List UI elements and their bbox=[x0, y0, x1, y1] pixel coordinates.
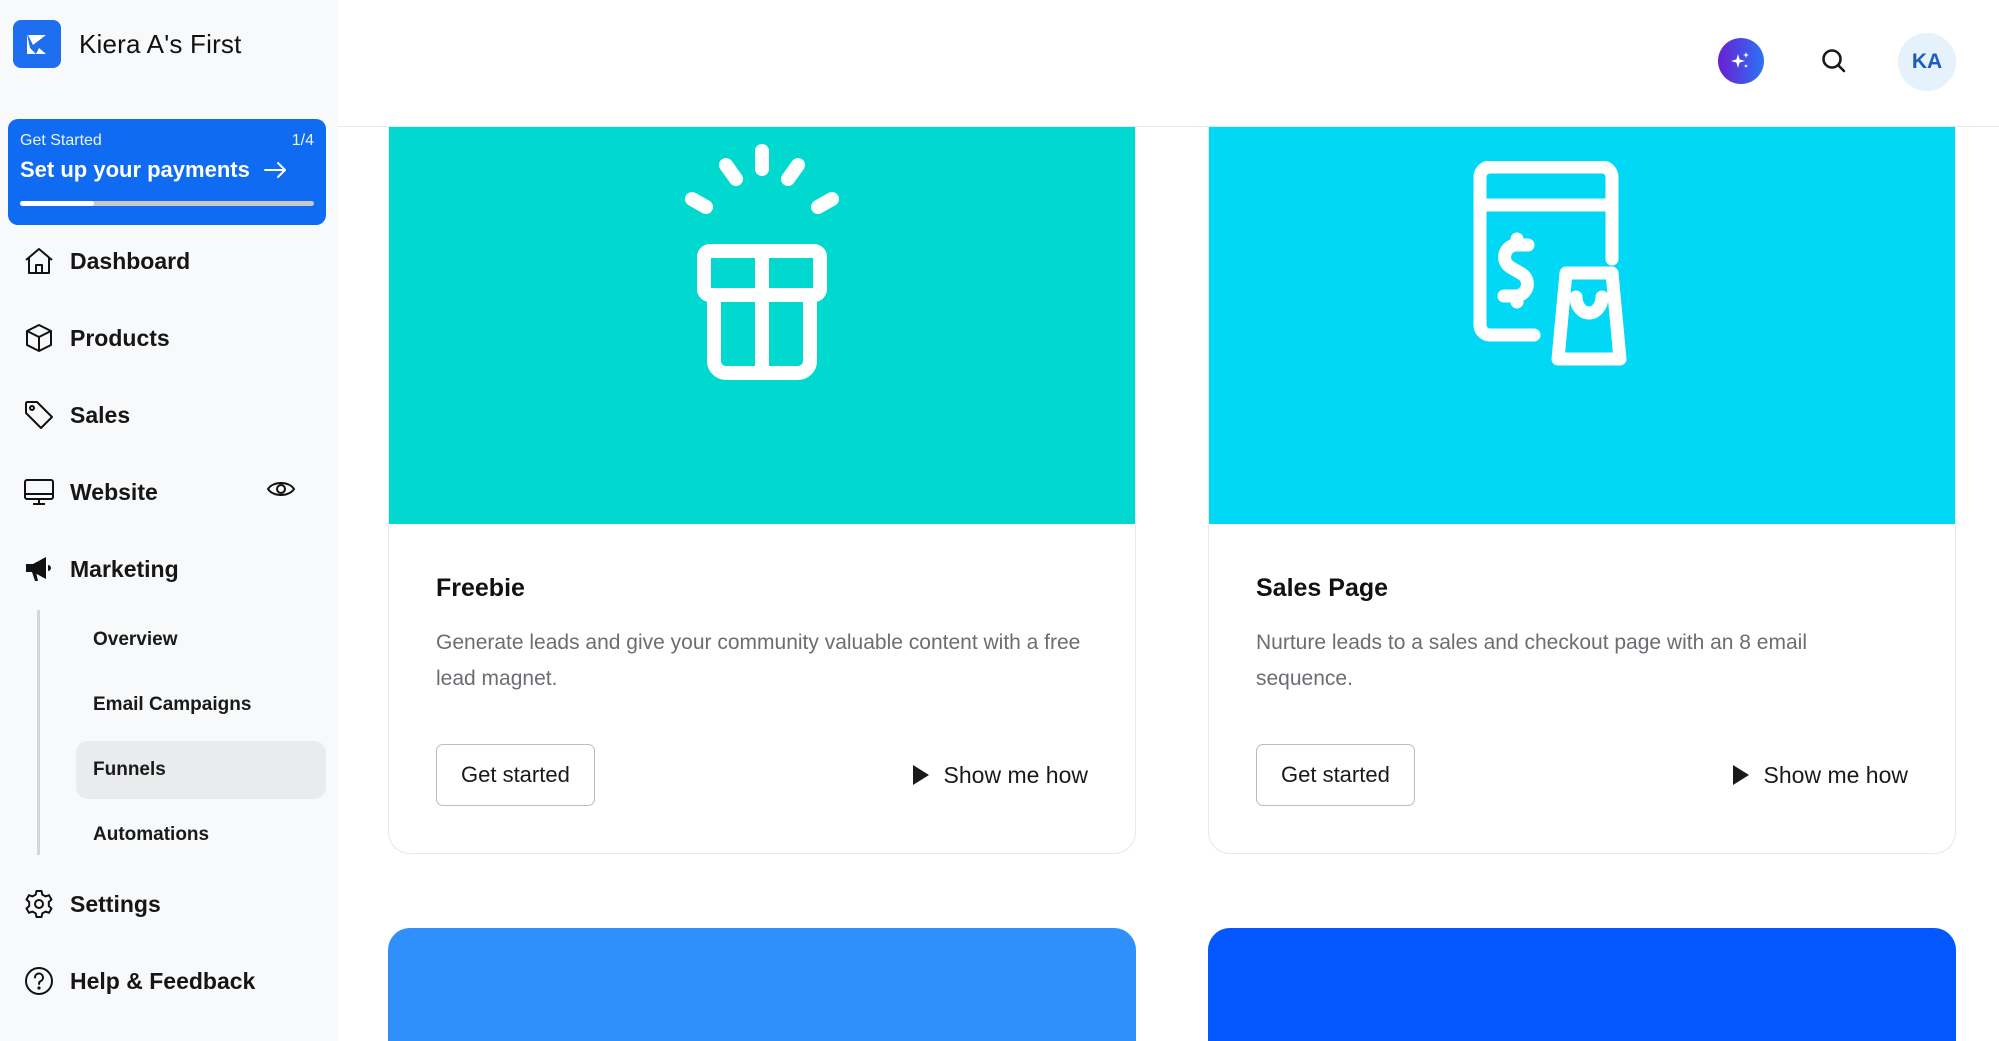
play-icon bbox=[912, 765, 929, 785]
subnav-item-overview[interactable]: Overview bbox=[76, 611, 326, 669]
onboarding-title: Set up your payments bbox=[20, 157, 250, 182]
kajabi-logo-icon bbox=[13, 20, 61, 68]
onboarding-eyebrow: Get Started bbox=[20, 132, 102, 149]
gear-icon bbox=[22, 887, 56, 921]
subnav-item-email-campaigns[interactable]: Email Campaigns bbox=[76, 676, 326, 734]
sidebar-item-label: Website bbox=[70, 478, 158, 505]
get-started-button[interactable]: Get started bbox=[436, 744, 595, 806]
brand[interactable]: Kiera A's First bbox=[13, 20, 242, 68]
megaphone-icon bbox=[22, 552, 56, 586]
show-me-how-link[interactable]: Show me how bbox=[912, 762, 1088, 789]
onboarding-progress-fill bbox=[20, 201, 94, 206]
subnav-divider bbox=[37, 610, 40, 855]
sidebar-item-sales[interactable]: Sales bbox=[22, 389, 326, 441]
gift-icon bbox=[685, 144, 839, 380]
show-me-how-label: Show me how bbox=[1763, 761, 1908, 788]
subnav-item-funnels[interactable]: Funnels bbox=[76, 741, 326, 799]
subnav-item-label: Funnels bbox=[93, 759, 166, 780]
card-description: Nurture leads to a sales and checkout pa… bbox=[1256, 631, 1807, 690]
subnav-item-automations[interactable]: Automations bbox=[76, 806, 326, 864]
onboarding-card[interactable]: Get Started 1/4 Set up your payments bbox=[8, 119, 326, 225]
sparkles-icon bbox=[1731, 52, 1749, 68]
sidebar-item-label: Products bbox=[70, 324, 170, 351]
subnav-item-label: Email Campaigns bbox=[93, 694, 252, 715]
search-icon bbox=[1822, 49, 1846, 73]
sidebar-item-label: Settings bbox=[70, 890, 161, 917]
show-me-how-label: Show me how bbox=[943, 761, 1088, 788]
sales-page-bag-icon bbox=[1473, 161, 1627, 366]
sidebar-item-dashboard[interactable]: Dashboard bbox=[22, 235, 326, 287]
card-title: Sales Page bbox=[1256, 574, 1389, 602]
sidebar-item-products[interactable]: Products bbox=[22, 312, 326, 364]
sidebar-item-label: Dashboard bbox=[70, 247, 191, 274]
user-avatar[interactable]: KA bbox=[1898, 33, 1956, 91]
ai-assistant-button[interactable] bbox=[1718, 38, 1764, 84]
tag-icon bbox=[22, 398, 56, 432]
box-icon bbox=[22, 321, 56, 355]
show-me-how-link[interactable]: Show me how bbox=[1732, 762, 1908, 789]
card-description: Generate leads and give your community v… bbox=[436, 631, 1081, 690]
help-circle-icon bbox=[22, 964, 56, 998]
sidebar-item-label: Sales bbox=[70, 401, 131, 428]
monitor-icon bbox=[22, 475, 56, 509]
funnel-card-partial[interactable] bbox=[1208, 928, 1956, 1041]
card-title: Freebie bbox=[436, 574, 525, 602]
sidebar: Kiera A's First Get Started 1/4 Set up y… bbox=[0, 0, 338, 1041]
search-button[interactable] bbox=[1816, 43, 1852, 79]
get-started-button[interactable]: Get started bbox=[1256, 744, 1415, 806]
sidebar-item-settings[interactable]: Settings bbox=[22, 878, 326, 930]
sidebar-item-label: Help & Feedback bbox=[70, 967, 256, 994]
card-hero bbox=[1209, 127, 1955, 524]
eye-icon[interactable] bbox=[266, 478, 296, 505]
subnav-item-label: Overview bbox=[93, 629, 178, 650]
brand-name: Kiera A's First bbox=[79, 28, 242, 59]
play-icon bbox=[1732, 765, 1749, 785]
subnav-item-label: Automations bbox=[93, 824, 210, 845]
funnel-card-freebie: Freebie Generate leads and give your com… bbox=[388, 127, 1136, 854]
funnel-card-partial[interactable] bbox=[388, 928, 1136, 1041]
sidebar-item-website[interactable]: Website bbox=[22, 466, 326, 518]
onboarding-progress-bar bbox=[20, 201, 314, 206]
arrow-right-icon bbox=[263, 162, 286, 178]
home-icon bbox=[22, 244, 56, 278]
funnel-card-sales-page: Sales Page Nurture leads to a sales and … bbox=[1208, 127, 1956, 854]
card-hero bbox=[389, 127, 1135, 524]
sidebar-item-label: Marketing bbox=[70, 555, 179, 582]
sidebar-item-help-feedback[interactable]: Help & Feedback bbox=[22, 955, 326, 1007]
onboarding-step: 1/4 bbox=[291, 132, 314, 149]
sidebar-item-marketing[interactable]: Marketing bbox=[22, 543, 326, 595]
